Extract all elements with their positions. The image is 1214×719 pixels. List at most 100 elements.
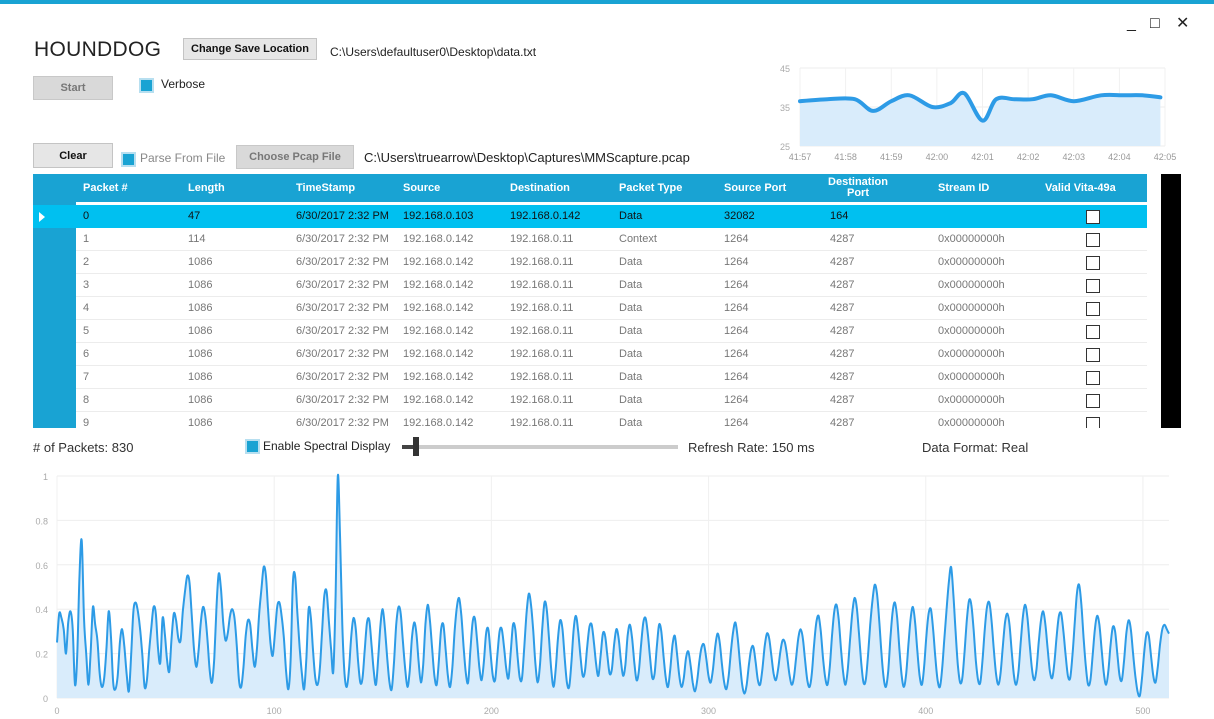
- cell-length: 1086: [188, 325, 213, 337]
- packet-table[interactable]: Packet # Length TimeStamp Source Destina…: [33, 174, 1147, 428]
- valid-vita-checkbox[interactable]: [1086, 302, 1100, 316]
- col-valid-vita[interactable]: Valid Vita-49a: [1045, 174, 1116, 202]
- cell-source: 192.168.0.142: [403, 371, 474, 383]
- mini-x-tick: 42:03: [1062, 152, 1085, 162]
- table-row[interactable]: 9 1086 6/30/2017 2:32 PM 192.168.0.142 192.1…: [33, 412, 1147, 428]
- close-icon[interactable]: ✕: [1176, 16, 1189, 32]
- cell-packet-number: 2: [83, 256, 90, 268]
- spec-x-tick: 200: [484, 706, 499, 716]
- cell-packet-number: 6: [83, 348, 90, 360]
- choose-pcap-file-button[interactable]: Choose Pcap File: [236, 145, 354, 169]
- valid-vita-checkbox[interactable]: [1086, 233, 1100, 247]
- mini-x-tick: 42:00: [926, 152, 949, 162]
- table-row[interactable]: 6 1086 6/30/2017 2:32 PM 192.168.0.142 192.1…: [33, 343, 1147, 366]
- valid-vita-checkbox[interactable]: [1086, 417, 1100, 428]
- mini-x-tick: 41:57: [789, 152, 812, 162]
- col-packet-number[interactable]: Packet #: [83, 174, 128, 202]
- cell-length: 1086: [188, 302, 213, 314]
- valid-vita-checkbox[interactable]: [1086, 394, 1100, 408]
- cell-destination-port: 4287: [830, 394, 855, 406]
- cell-packet-type: Data: [619, 302, 643, 314]
- col-destination-port[interactable]: Destination Port: [823, 174, 893, 205]
- valid-vita-checkbox[interactable]: [1086, 325, 1100, 339]
- cell-packet-type: Data: [619, 394, 643, 406]
- cell-destination: 192.168.0.11: [510, 394, 574, 406]
- table-row[interactable]: 0 47 6/30/2017 2:32 PM 192.168.0.103 192.168…: [33, 205, 1147, 228]
- valid-vita-checkbox[interactable]: [1086, 279, 1100, 293]
- data-format-label: Data Format: Real: [922, 440, 1029, 455]
- table-row[interactable]: 3 1086 6/30/2017 2:32 PM 192.168.0.142 192.1…: [33, 274, 1147, 297]
- cell-destination: 192.168.0.11: [510, 348, 574, 360]
- cell-destination: 192.168.0.11: [510, 417, 574, 428]
- spec-y-tick: 1: [43, 472, 48, 482]
- valid-vita-checkbox[interactable]: [1086, 371, 1100, 385]
- spec-x-tick: 300: [701, 706, 716, 716]
- packet-count-label: # of Packets: 830: [33, 440, 134, 455]
- clear-button[interactable]: Clear: [33, 143, 113, 168]
- cell-stream-id: 0x00000000h: [938, 417, 1005, 428]
- valid-vita-checkbox[interactable]: [1086, 210, 1100, 224]
- refresh-slider-thumb[interactable]: [412, 437, 419, 456]
- cell-timestamp: 6/30/2017 2:32 PM: [296, 394, 389, 406]
- verbose-label: Verbose: [161, 77, 206, 91]
- selected-row-arrow-icon: [39, 212, 45, 222]
- cell-source: 192.168.0.103: [403, 210, 474, 222]
- minimize-icon[interactable]: _: [1127, 16, 1136, 32]
- cell-source-port: 1264: [724, 371, 749, 383]
- cell-source-port: 1264: [724, 279, 749, 291]
- cell-source-port: 1264: [724, 325, 749, 337]
- start-button[interactable]: Start: [33, 76, 113, 100]
- col-timestamp[interactable]: TimeStamp: [296, 174, 355, 202]
- table-row[interactable]: 1 114 6/30/2017 2:32 PM 192.168.0.142 192.16…: [33, 228, 1147, 251]
- col-packet-type[interactable]: Packet Type: [619, 174, 682, 202]
- cell-timestamp: 6/30/2017 2:32 PM: [296, 325, 389, 337]
- mini-line-chart: 25 35 45 41:57 41:58 41:59 42:00 42:01 42:02 42:0…: [780, 64, 1177, 162]
- cell-destination-port: 4287: [830, 256, 855, 268]
- col-source-port[interactable]: Source Port: [724, 174, 786, 202]
- cell-packet-type: Data: [619, 417, 643, 428]
- mini-y-tick: 45: [780, 64, 790, 74]
- refresh-rate-slider[interactable]: [416, 445, 678, 449]
- cell-source: 192.168.0.142: [403, 394, 474, 406]
- cell-destination-port: 4287: [830, 233, 855, 245]
- cell-packet-number: 5: [83, 325, 90, 337]
- cell-stream-id: 0x00000000h: [938, 394, 1005, 406]
- verbose-checkbox[interactable]: [139, 78, 154, 93]
- parse-from-file-checkbox[interactable]: [121, 152, 136, 167]
- table-row[interactable]: 8 1086 6/30/2017 2:32 PM 192.168.0.142 192.1…: [33, 389, 1147, 412]
- table-row[interactable]: 2 1086 6/30/2017 2:32 PM 192.168.0.142 192.1…: [33, 251, 1147, 274]
- cell-packet-number: 1: [83, 233, 90, 245]
- valid-vita-checkbox[interactable]: [1086, 256, 1100, 270]
- cell-source: 192.168.0.142: [403, 302, 474, 314]
- table-scrollbar[interactable]: [1161, 174, 1181, 428]
- cell-timestamp: 6/30/2017 2:32 PM: [296, 210, 389, 222]
- cell-length: 1086: [188, 417, 213, 428]
- cell-source-port: 1264: [724, 348, 749, 360]
- cell-packet-number: 7: [83, 371, 90, 383]
- col-length[interactable]: Length: [188, 174, 225, 202]
- table-row[interactable]: 4 1086 6/30/2017 2:32 PM 192.168.0.142 192.1…: [33, 297, 1147, 320]
- cell-stream-id: 0x00000000h: [938, 348, 1005, 360]
- cell-source-port: 1264: [724, 417, 749, 428]
- cell-packet-type: Data: [619, 371, 643, 383]
- col-source[interactable]: Source: [403, 174, 440, 202]
- cell-length: 1086: [188, 371, 213, 383]
- cell-timestamp: 6/30/2017 2:32 PM: [296, 348, 389, 360]
- cell-destination-port: 4287: [830, 371, 855, 383]
- valid-vita-checkbox[interactable]: [1086, 348, 1100, 362]
- table-row[interactable]: 7 1086 6/30/2017 2:32 PM 192.168.0.142 192.1…: [33, 366, 1147, 389]
- maximize-icon[interactable]: □: [1150, 16, 1160, 32]
- change-save-location-button[interactable]: Change Save Location: [183, 38, 317, 60]
- cell-packet-number: 4: [83, 302, 90, 314]
- cell-length: 1086: [188, 256, 213, 268]
- table-row[interactable]: 5 1086 6/30/2017 2:32 PM 192.168.0.142 192.1…: [33, 320, 1147, 343]
- mini-x-tick: 42:05: [1154, 152, 1177, 162]
- cell-source: 192.168.0.142: [403, 348, 474, 360]
- col-stream-id[interactable]: Stream ID: [938, 174, 989, 202]
- cell-packet-type: Context: [619, 233, 657, 245]
- app-title: HOUNDDOG: [34, 38, 162, 61]
- cell-source: 192.168.0.142: [403, 233, 474, 245]
- spec-y-tick: 0: [43, 694, 48, 704]
- spectral-display-checkbox[interactable]: [245, 439, 260, 454]
- col-destination[interactable]: Destination: [510, 174, 570, 202]
